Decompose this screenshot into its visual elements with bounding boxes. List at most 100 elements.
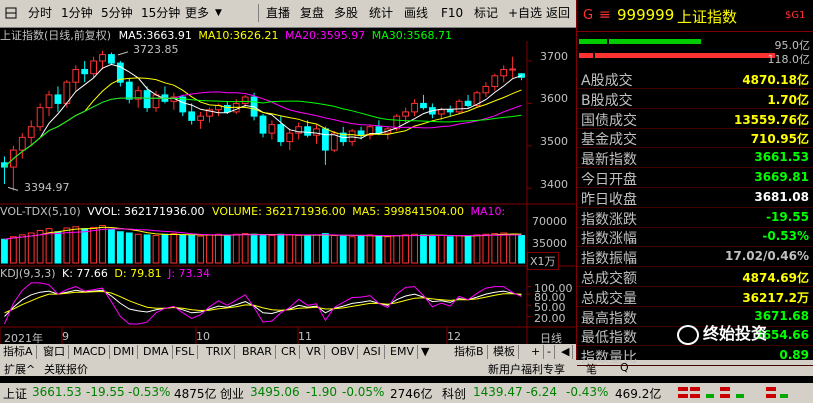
candle-body xyxy=(357,130,365,136)
volume-bar xyxy=(509,233,517,264)
tab-15min[interactable]: 15分钟 xyxy=(138,3,183,23)
volume-bar xyxy=(125,232,133,264)
more-dropdown-icon[interactable]: ▼ xyxy=(212,3,225,23)
candle-body xyxy=(500,68,508,77)
tab-dmi[interactable]: DMI xyxy=(110,345,139,359)
volume-bar xyxy=(241,233,249,264)
quote-row-value: 0.89 xyxy=(779,348,809,363)
menu-icon[interactable] xyxy=(2,3,20,23)
btn-add-watchlist[interactable]: +自选 xyxy=(505,3,545,23)
candle-body xyxy=(322,128,329,151)
candle-body xyxy=(90,60,98,75)
volume-bar xyxy=(179,234,187,264)
quote-row: 指数涨幅 -0.53% xyxy=(577,227,813,248)
volume-bar xyxy=(322,233,329,264)
tab-indicator-a[interactable]: 指标A xyxy=(0,345,37,359)
high-marker xyxy=(117,51,129,56)
ticker-name[interactable]: 创业 xyxy=(220,385,244,402)
kdj-title-bar: KDJ(9,3,3) K: 77.66 D: 79.81 J: 73.34 xyxy=(0,267,575,280)
volume-bar xyxy=(295,235,303,264)
candle-body xyxy=(143,90,151,109)
buy-bar-left xyxy=(579,53,593,58)
tab-more[interactable]: 更多 xyxy=(182,3,212,23)
volume-bar xyxy=(313,234,320,264)
volume-bar xyxy=(197,235,204,264)
quote-row-label: 最新指数 xyxy=(581,152,637,169)
tab-window[interactable]: 窗口 xyxy=(40,345,69,359)
menu-lines-icon[interactable]: ≡ xyxy=(599,7,611,23)
new-user-promo[interactable]: 新用户福利专享 xyxy=(488,361,565,377)
volume-bar xyxy=(366,234,374,264)
tabs-dropdown-icon[interactable]: ▼ xyxy=(418,345,432,359)
quote-row-value: 13559.76亿 xyxy=(733,112,809,127)
quote-row-label: 今日开盘 xyxy=(581,172,637,188)
quote-row-label: 指数涨幅 xyxy=(581,231,637,248)
candle-body xyxy=(420,102,427,109)
index-name: 上证指数 xyxy=(677,8,738,26)
quote-row: 指数振幅 17.02/0.46% xyxy=(577,247,813,268)
tab-1min[interactable]: 1分钟 xyxy=(58,3,96,23)
zoom-in-button[interactable]: + xyxy=(528,345,545,359)
tab-fsl[interactable]: FSL xyxy=(172,345,199,359)
tab-trix[interactable]: TRIX xyxy=(203,345,236,359)
ticker-name[interactable]: 上证 xyxy=(3,385,27,402)
expand-button[interactable]: 扩展^ xyxy=(4,361,35,377)
candle-body xyxy=(277,124,285,143)
tab-dma[interactable]: DMA xyxy=(140,345,173,359)
ticker-amount: 2746亿 xyxy=(390,387,433,401)
candle-body xyxy=(99,54,106,62)
btn-draw-line[interactable]: 画线 xyxy=(401,3,431,23)
quote-row-value: 3681.08 xyxy=(754,189,809,204)
quote-row: 指数量比 0.89 xyxy=(577,346,813,367)
btn-multi-stock[interactable]: 多股 xyxy=(331,3,361,23)
btn-back[interactable]: 返回 xyxy=(543,3,573,23)
tab-emv[interactable]: EMV xyxy=(387,345,418,359)
volume-bar xyxy=(339,235,347,264)
btn-review[interactable]: 复盘 xyxy=(297,3,327,23)
quote-row-label: 昨日收盘 xyxy=(581,191,637,208)
volume-bar xyxy=(188,235,196,264)
btn-live[interactable]: 直播 xyxy=(263,3,293,23)
volume-bar xyxy=(268,235,276,264)
tab-brar[interactable]: BRAR xyxy=(239,345,276,359)
scroll-left-button[interactable]: ◀ xyxy=(558,345,574,359)
candle-body xyxy=(491,75,499,87)
tab-template[interactable]: 模板 xyxy=(490,345,519,359)
volume-bar xyxy=(18,234,26,264)
ticker-percent: -0.43% xyxy=(566,385,609,399)
tab-obv[interactable]: OBV xyxy=(328,345,359,359)
indicator-tabs: 指标A 窗口 MACD DMI DMA FSL TRIX BRAR CR VR … xyxy=(0,344,576,360)
tab-5min[interactable]: 5分钟 xyxy=(98,3,136,23)
ticker-name[interactable]: 科创 xyxy=(442,385,466,402)
volume-bar xyxy=(143,234,151,264)
volume-bar xyxy=(1,238,8,264)
related-quote-button[interactable]: 关联报价 xyxy=(44,361,88,377)
candle-body xyxy=(45,94,53,109)
candle-body xyxy=(268,124,276,134)
volume-tick: 70000 xyxy=(532,215,567,228)
volume-bar xyxy=(437,235,445,264)
tab-macd[interactable]: MACD xyxy=(70,345,110,359)
zoom-out-button[interactable]: - xyxy=(544,345,555,359)
volume-bar xyxy=(81,228,89,264)
badge: $G1 xyxy=(785,10,806,21)
tab-vr[interactable]: VR xyxy=(303,345,326,359)
tab-indicator-b[interactable]: 指标B xyxy=(451,345,488,359)
tab-asi[interactable]: ASI xyxy=(360,345,385,359)
btn-mark[interactable]: 标记 xyxy=(471,3,501,23)
quote-row-label: 指数涨跌 xyxy=(581,211,637,228)
time-month: 11 xyxy=(298,330,312,343)
tab-timeshare[interactable]: 分时 xyxy=(25,3,55,23)
tab-cr[interactable]: CR xyxy=(278,345,301,359)
candle-body xyxy=(411,102,418,113)
time-month: 9 xyxy=(62,330,69,343)
volume-bar xyxy=(420,234,427,264)
vvol-value: VVOL: 362171936.00 xyxy=(87,205,205,218)
btn-stats[interactable]: 统计 xyxy=(366,3,396,23)
kline-chart[interactable] xyxy=(0,41,575,344)
quote-row-value: 3669.81 xyxy=(754,170,809,184)
btn-f10[interactable]: F10 xyxy=(438,3,466,23)
candle-body xyxy=(286,132,294,143)
ticker-change: -19.55 xyxy=(86,385,125,399)
quote-row-value: 3661.53 xyxy=(754,150,809,165)
